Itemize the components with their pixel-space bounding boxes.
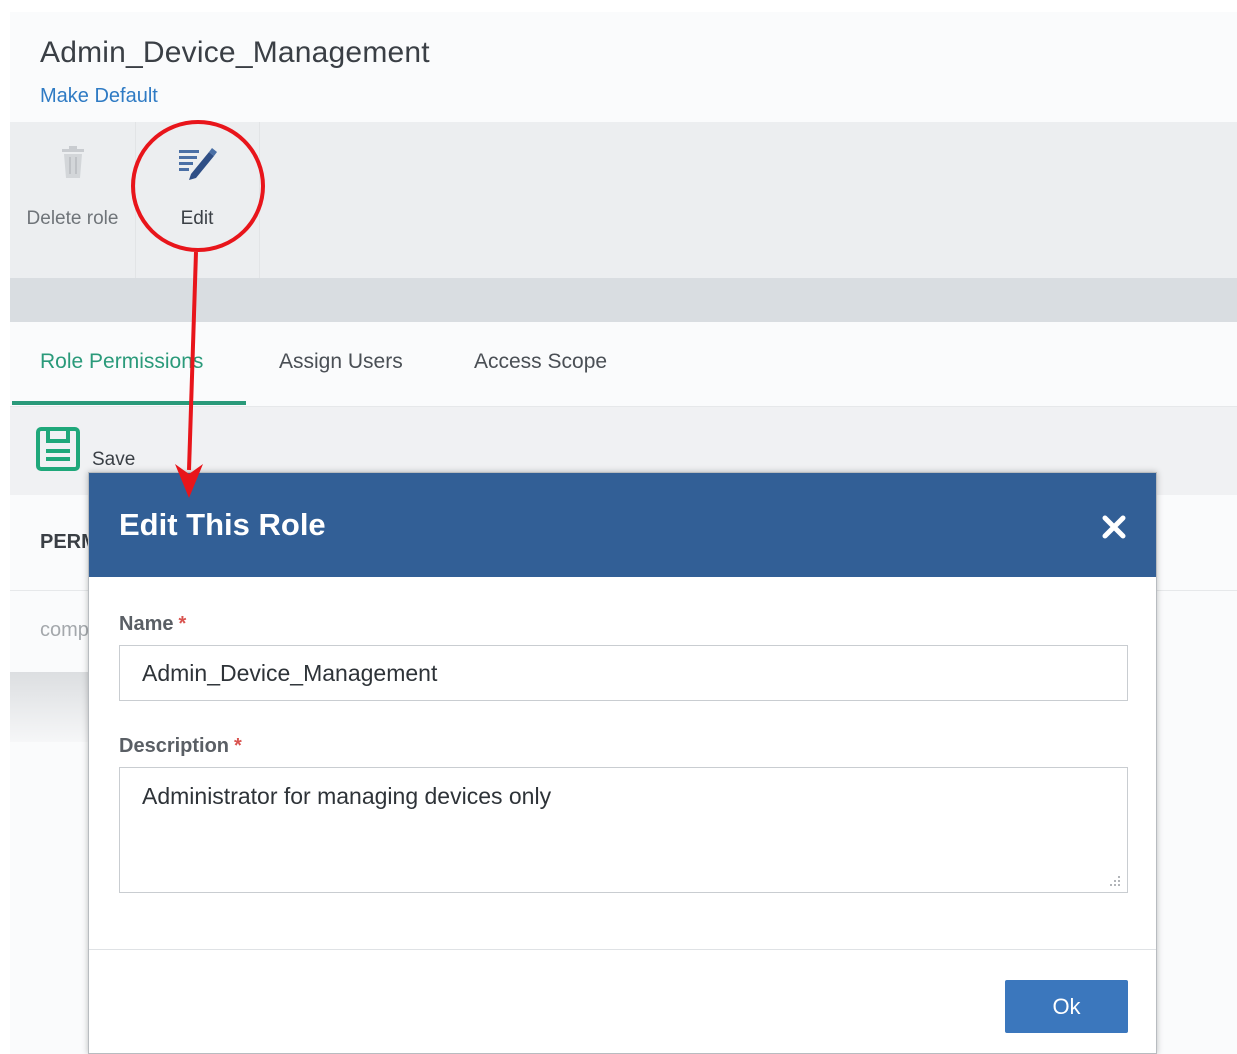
background-shadow: [10, 672, 90, 742]
name-label: Name *: [119, 613, 186, 636]
save-disk-icon[interactable]: [36, 427, 80, 476]
tab-bar: Role Permissions Assign Users Access Sco…: [10, 322, 1237, 407]
permission-row-text: comp: [40, 619, 89, 641]
tab-assign-users[interactable]: Assign Users: [279, 350, 403, 374]
edit-button[interactable]: Edit: [135, 122, 260, 278]
edit-label: Edit: [180, 208, 214, 229]
page-title: Admin_Device_Management: [40, 36, 430, 69]
save-button[interactable]: Save: [92, 449, 135, 471]
description-textarea[interactable]: Administrator for managing devices only: [119, 767, 1128, 893]
tab-role-permissions[interactable]: Role Permissions: [40, 350, 203, 374]
name-input[interactable]: [119, 645, 1128, 701]
description-label: Description *: [119, 735, 242, 758]
toolbar: Delete role Edit: [10, 122, 1237, 278]
tab-access-scope[interactable]: Access Scope: [474, 350, 607, 374]
resize-grip-icon[interactable]: [1107, 873, 1121, 892]
edit-role-dialog: Edit This Role Name* Description* Admini…: [88, 472, 1157, 1054]
dialog-footer-divider: [89, 949, 1156, 950]
delete-role-button[interactable]: Delete role: [10, 122, 136, 278]
ok-button[interactable]: Ok: [1005, 980, 1128, 1033]
sub-toolbar: [10, 278, 1237, 322]
required-mark: *: [178, 613, 187, 635]
required-mark: *: [234, 735, 242, 757]
delete-role-label: Delete role: [26, 208, 119, 229]
description-label-text: Description: [119, 735, 230, 757]
edit-pencil-icon: [177, 146, 217, 185]
dialog-header: Edit This Role: [89, 473, 1156, 577]
name-label-text: Name: [119, 613, 174, 635]
active-tab-indicator: [12, 401, 246, 405]
close-icon[interactable]: [1102, 515, 1126, 544]
make-default-link[interactable]: Make Default: [40, 85, 158, 108]
trash-icon: [59, 146, 87, 185]
dialog-title: Edit This Role: [119, 507, 326, 542]
